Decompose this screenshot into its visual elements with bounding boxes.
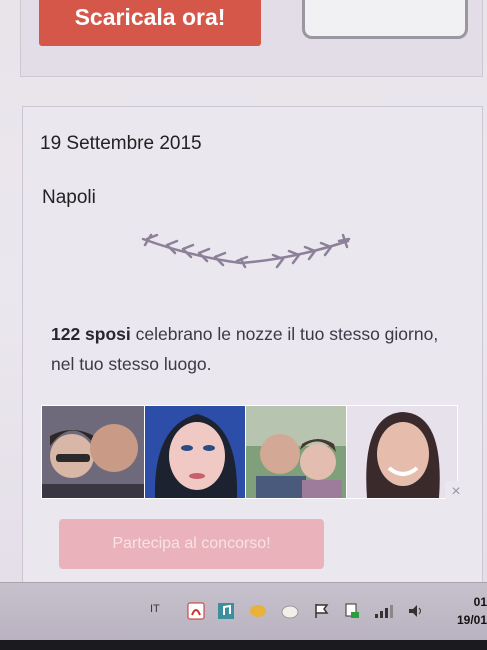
photo-couple-1[interactable] — [41, 405, 145, 499]
taskbar: IT 01 19/01 — [0, 582, 487, 641]
photo-woman-2[interactable] — [346, 405, 458, 499]
photo-woman-1[interactable] — [144, 405, 246, 499]
music-icon[interactable] — [216, 601, 236, 621]
phone-illustration — [302, 0, 468, 39]
monitor-bezel — [0, 640, 487, 650]
clock-time: 01 — [473, 595, 487, 609]
photo-couple-2[interactable] — [245, 405, 347, 499]
sposi-count: 122 sposi — [51, 324, 131, 344]
acrobat-icon[interactable] — [186, 601, 206, 621]
app-screen: Scaricala ora! 19 Settembre 2015 Napoli — [0, 0, 487, 592]
clock[interactable]: 01 19/01 — [457, 593, 487, 629]
wedding-city: Napoli — [42, 187, 96, 208]
volume-icon[interactable] — [406, 601, 426, 621]
shield-icon[interactable] — [248, 601, 268, 621]
join-contest-button[interactable]: Partecipa al concorso! — [59, 519, 324, 569]
cloud-icon[interactable] — [280, 601, 300, 621]
wedding-card: 19 Settembre 2015 Napoli 122 sposi celeb… — [22, 106, 483, 592]
wedding-description: 122 sposi celebrano le nozze il tuo stes… — [51, 319, 456, 379]
download-button[interactable]: Scaricala ora! — [39, 0, 261, 46]
photo-strip: × — [41, 405, 467, 503]
wedding-date: 19 Settembre 2015 — [40, 133, 202, 154]
laurel-divider-icon — [141, 233, 351, 269]
signal-icon[interactable] — [374, 601, 394, 621]
language-indicator[interactable]: IT — [150, 603, 160, 615]
network-icon[interactable] — [342, 601, 362, 621]
close-icon[interactable]: × — [445, 481, 467, 503]
app-promo-card: Scaricala ora! — [20, 0, 483, 77]
flag-icon[interactable] — [312, 601, 332, 621]
clock-date: 19/01 — [456, 613, 487, 627]
